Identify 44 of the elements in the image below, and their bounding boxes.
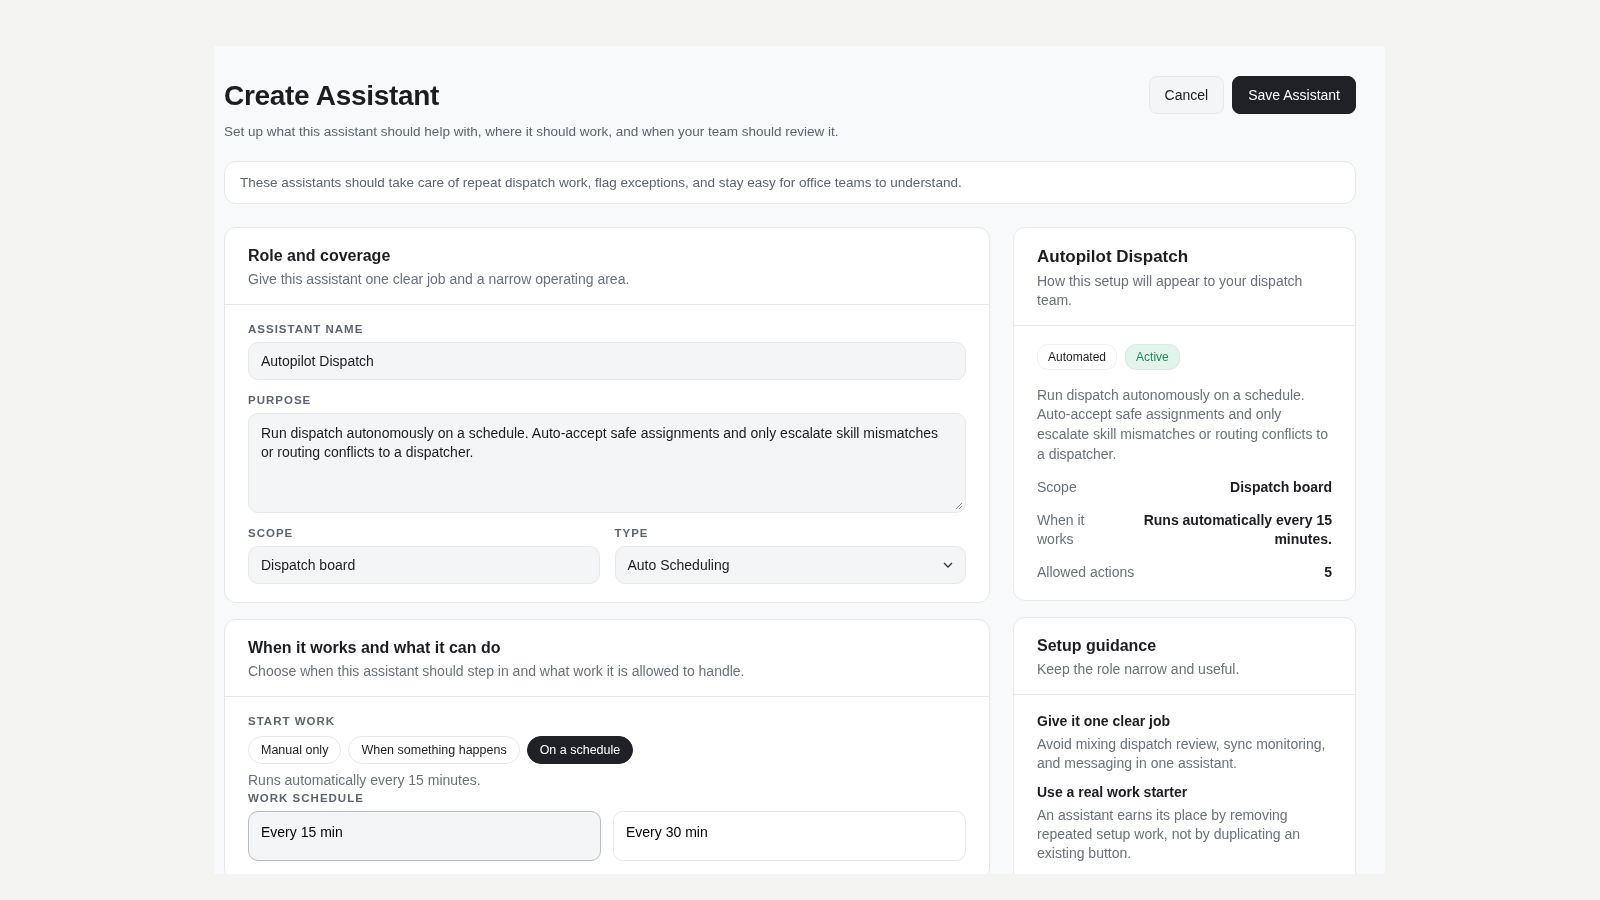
start-option[interactable]: On a schedule — [526, 735, 634, 764]
field-label: WORK SCHEDULE — [248, 791, 365, 804]
chevron-down-icon — [943, 561, 953, 568]
tip-text: An assistant earns its place by removing repeated setup work, not by duplicating an existing button. — [1037, 806, 1302, 864]
field-label: ASSISTANT NAME — [248, 322, 365, 335]
tip-title: Give it one clear job — [1037, 712, 1172, 729]
start-option[interactable]: When something happens — [348, 735, 520, 764]
schedule-option[interactable]: Every 15 min — [248, 810, 601, 861]
detail-label: When it works — [1037, 511, 1086, 549]
section-title: Setup guidance — [1037, 636, 1158, 655]
tip-text: Avoid mixing dispatch review, sync monitoring, and messaging in one assistant. — [1037, 734, 1327, 773]
field-label: START WORK — [248, 714, 337, 727]
page-subtitle: Set up what this assistant should help with, where it should work, and when your team should review it. — [224, 124, 839, 139]
page-title: Create Assistant — [224, 80, 441, 112]
tip-title: Use a real work starter — [1037, 784, 1189, 801]
status-badge: Active — [1125, 343, 1180, 370]
start-option[interactable]: Manual only — [248, 735, 342, 764]
text-field[interactable]: Dispatch board — [248, 545, 600, 584]
save-button[interactable]: Save Assistant — [1232, 76, 1356, 114]
section-title: When it works and what it can do — [248, 638, 502, 657]
summary-subtitle: How this setup will appear to your dispatch team. — [1037, 272, 1304, 310]
field-label: TYPE — [614, 526, 650, 539]
section-subtitle: Keep the role narrow and useful. — [1037, 659, 1241, 679]
detail-value: Runs automatically every 15 minutes. — [1142, 511, 1332, 549]
detail-label: Allowed actions — [1037, 562, 1135, 582]
purpose-field[interactable]: Run dispatch autonomously on a schedule. Auto-accept safe assignments and only escalate skill mismatches or routing conflicts to a dispatcher. — [248, 412, 966, 513]
section-title: Role and coverage — [248, 247, 392, 265]
start-hint: Runs automatically every 15 minutes. — [248, 771, 482, 788]
summary-title: Autopilot Dispatch — [1037, 247, 1190, 267]
status-badge: Automated — [1037, 343, 1118, 370]
resize-grip-icon[interactable] — [955, 501, 963, 510]
notice-banner: These assistants should take care of repeat dispatch work, flag exceptions, and stay easy for office teams to understand. — [224, 161, 1356, 204]
schedule-option[interactable]: Every 30 min — [613, 810, 966, 861]
cancel-button[interactable]: Cancel — [1148, 76, 1225, 114]
detail-value: 5 — [1324, 562, 1332, 582]
type-select[interactable]: Auto Scheduling — [614, 545, 966, 584]
field-label: PURPOSE — [248, 393, 313, 406]
field-label: SCOPE — [248, 526, 295, 539]
detail-label: Scope — [1037, 478, 1078, 498]
text-field[interactable]: Autopilot Dispatch — [248, 341, 966, 380]
section-subtitle: Choose when this assistant should step in and what work it is allowed to handle. — [248, 661, 746, 681]
detail-value: Dispatch board — [1230, 478, 1332, 498]
summary-description: Run dispatch autonomously on a schedule. Auto-accept safe assignments and only escalate skill mismatches or routing conflicts to a dispatcher. — [1037, 385, 1329, 464]
section-subtitle: Give this assistant one clear job and a narrow operating area. — [248, 270, 631, 289]
